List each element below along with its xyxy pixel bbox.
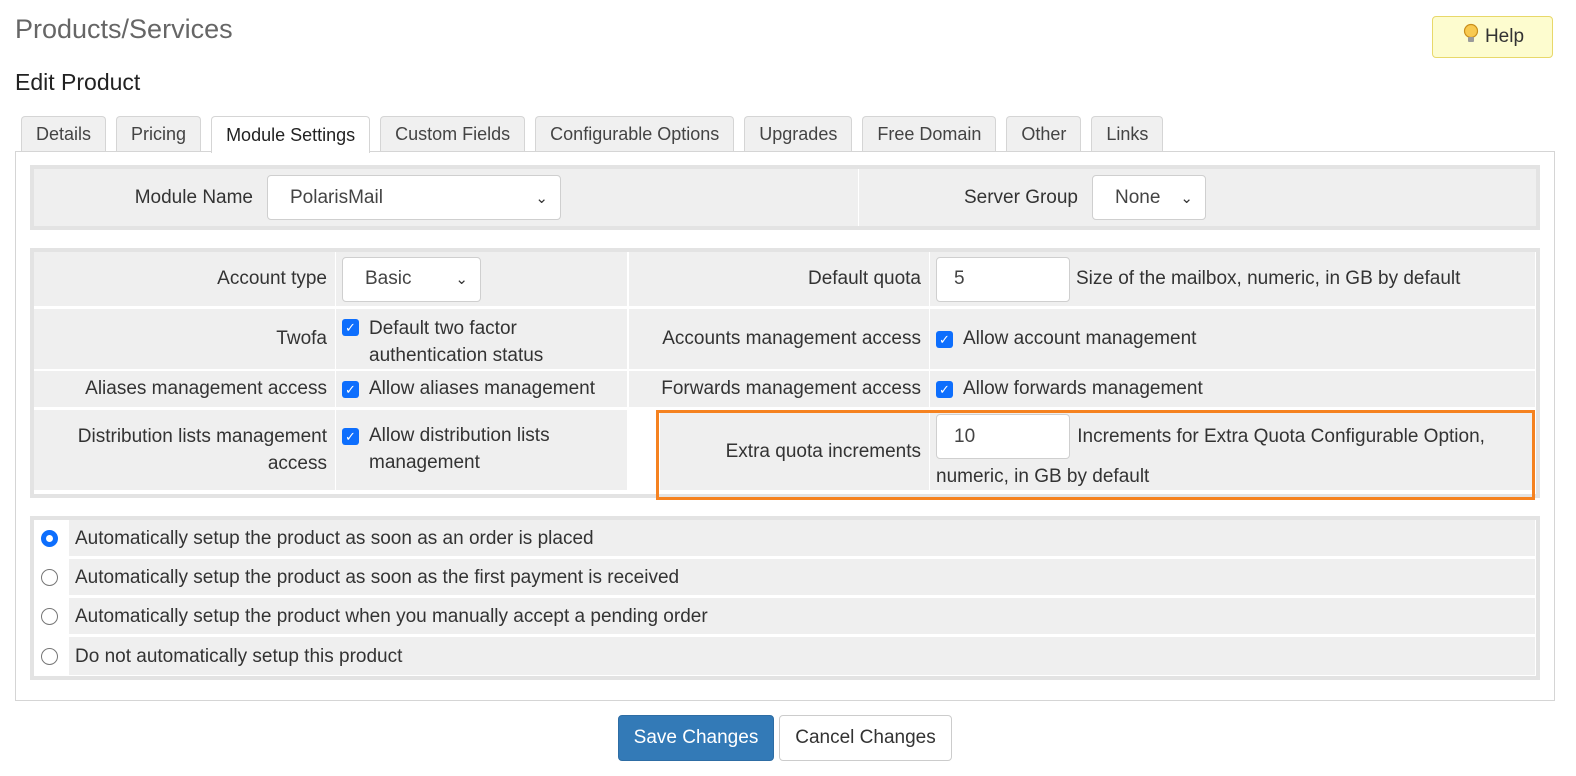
accounts-management-label: Accounts management access: [629, 309, 929, 369]
tab-configurable-options[interactable]: Configurable Options: [535, 116, 735, 151]
extra-quota-input[interactable]: 10: [936, 414, 1070, 459]
aliases-management-checkbox[interactable]: ✓: [342, 380, 359, 398]
save-changes-button[interactable]: Save Changes: [618, 715, 774, 761]
twofa-checkbox-label: Default two factor authentication status: [369, 318, 544, 366]
module-name-cell: PolarisMail ⌄: [261, 169, 858, 226]
distribution-lists-checkbox-label: Allow distribution lists management: [369, 425, 550, 473]
setup-option-3-radio[interactable]: [41, 608, 58, 625]
accounts-management-cell: ✓ Allow account management: [930, 309, 1535, 369]
twofa-cell: ✓ Default two factor authentication stat…: [336, 309, 627, 369]
setup-option-1[interactable]: Automatically setup the product as soon …: [34, 520, 1535, 556]
lightbulb-icon: [1461, 23, 1481, 51]
tab-free-domain[interactable]: Free Domain: [862, 116, 997, 151]
extra-quota-cell: 10 Increments for Extra Quota Configurab…: [930, 413, 1532, 490]
setup-option-4-radio[interactable]: [41, 648, 58, 665]
account-type-select[interactable]: Basic ⌄: [342, 256, 481, 302]
help-button[interactable]: Help: [1432, 16, 1553, 58]
setup-option-4-label: Do not automatically setup this product: [75, 646, 403, 667]
forwards-management-cell: ✓ Allow forwards management: [930, 371, 1535, 407]
account-type-value: Basic: [365, 268, 412, 289]
tab-pricing[interactable]: Pricing: [116, 116, 202, 151]
extra-quota-label: Extra quota increments: [660, 413, 929, 490]
default-quota-cell: 5 Size of the mailbox, numeric, in GB by…: [930, 252, 1535, 306]
twofa-label: Twofa: [34, 309, 335, 369]
forwards-management-label: Forwards management access: [629, 371, 929, 407]
module-name-label: Module Name: [34, 169, 261, 226]
tab-bar: Details Pricing Module Settings Custom F…: [21, 116, 1164, 153]
setup-option-1-label: Automatically setup the product as soon …: [75, 528, 594, 549]
server-group-cell: None ⌄: [1086, 169, 1536, 226]
setup-option-3-label: Automatically setup the product when you…: [75, 606, 708, 627]
page-title: Products/Services: [15, 14, 233, 44]
accounts-management-checkbox-label: Allow account management: [963, 328, 1197, 349]
setup-option-3[interactable]: Automatically setup the product when you…: [34, 598, 1535, 634]
aliases-management-checkbox-label: Allow aliases management: [369, 378, 596, 399]
default-quota-input[interactable]: 5: [936, 256, 1070, 302]
forwards-management-checkbox-label: Allow forwards management: [963, 378, 1203, 399]
aliases-management-cell: ✓ Allow aliases management: [336, 371, 627, 407]
cancel-changes-button[interactable]: Cancel Changes: [779, 715, 952, 761]
chevron-down-icon: ⌄: [455, 271, 468, 288]
distribution-lists-cell: ✓ Allow distribution lists management: [336, 410, 627, 490]
server-group-value: None: [1115, 186, 1161, 208]
chevron-down-icon: ⌄: [535, 189, 548, 207]
forwards-management-checkbox[interactable]: ✓: [936, 380, 953, 398]
setup-option-4[interactable]: Do not automatically setup this product: [34, 637, 1535, 675]
tab-module-settings[interactable]: Module Settings: [211, 116, 371, 153]
setup-option-2-label: Automatically setup the product as soon …: [75, 567, 680, 588]
tab-custom-fields[interactable]: Custom Fields: [380, 116, 526, 151]
setup-option-2[interactable]: Automatically setup the product as soon …: [34, 559, 1535, 595]
setup-option-1-radio[interactable]: [41, 530, 58, 547]
module-name-select[interactable]: PolarisMail ⌄: [267, 175, 561, 220]
twofa-checkbox[interactable]: ✓: [342, 319, 359, 336]
setup-option-2-radio[interactable]: [41, 569, 58, 586]
aliases-management-label: Aliases management access: [34, 371, 335, 407]
tab-other[interactable]: Other: [1006, 116, 1082, 151]
server-group-select[interactable]: None ⌄: [1092, 175, 1206, 220]
account-type-label: Account type: [34, 252, 335, 306]
distribution-lists-label: Distribution lists management access: [34, 410, 335, 490]
account-type-cell: Basic ⌄: [336, 252, 627, 306]
section-title: Edit Product: [15, 69, 141, 95]
help-label: Help: [1484, 26, 1525, 47]
distribution-lists-checkbox[interactable]: ✓: [342, 428, 359, 445]
tab-upgrades[interactable]: Upgrades: [744, 116, 853, 151]
tab-links[interactable]: Links: [1091, 116, 1164, 151]
default-quota-label: Default quota: [629, 252, 929, 306]
server-group-label: Server Group: [859, 169, 1086, 226]
chevron-down-icon: ⌄: [1180, 189, 1193, 207]
accounts-management-checkbox[interactable]: ✓: [936, 330, 953, 348]
default-quota-help: Size of the mailbox, numeric, in GB by d…: [1076, 268, 1461, 289]
tab-details[interactable]: Details: [21, 116, 107, 151]
module-name-value: PolarisMail: [290, 186, 383, 208]
